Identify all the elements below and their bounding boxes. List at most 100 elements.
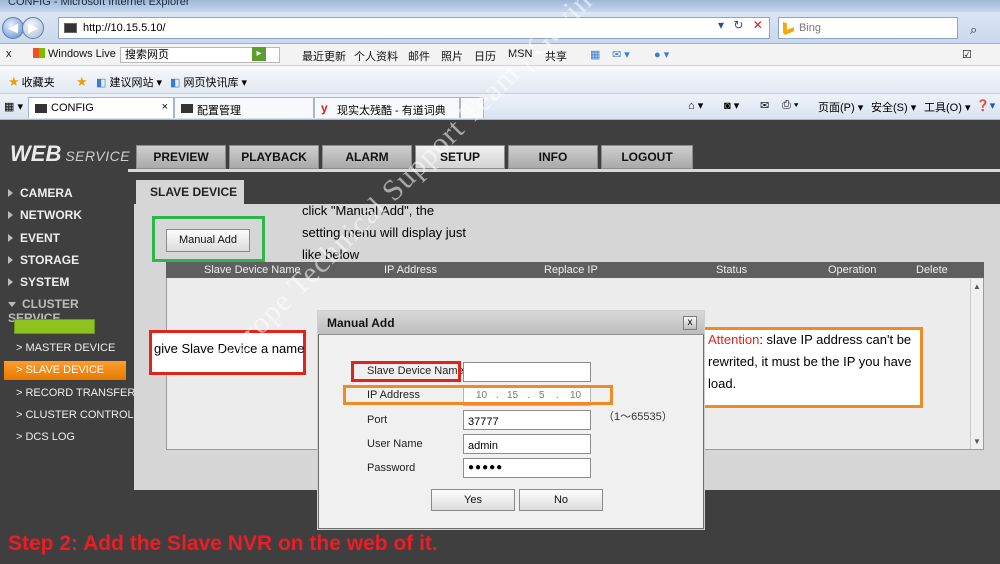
tab-logout[interactable]: LOGOUT	[601, 145, 693, 169]
side-menu-storage[interactable]: STORAGE	[8, 253, 79, 267]
attention-line: Attention: slave IP address can't be	[708, 329, 920, 351]
favorites-button[interactable]: ★ 收藏夹	[8, 74, 55, 90]
search-go-icon[interactable]: ⌕	[970, 22, 977, 38]
dropdown-icon[interactable]: ▾	[718, 18, 724, 32]
browser-tab-youdao[interactable]: y 现实太残酷 - 有道词典	[314, 97, 460, 118]
web-service-logo: WEB SERVICE	[10, 141, 130, 167]
submenu-slave-device[interactable]: > SLAVE DEVICE	[4, 361, 126, 380]
col-replace-ip[interactable]: Replace IP	[544, 264, 598, 276]
tab-setup[interactable]: SETUP	[415, 145, 505, 169]
live-search-go-icon[interactable]: ▸	[252, 47, 266, 61]
submenu-dcs-log[interactable]: > DCS LOG	[16, 431, 75, 443]
expand-icon	[8, 256, 13, 264]
note-line: click "Manual Add", the	[302, 203, 435, 218]
tools-menu[interactable]: 工具(O) ▾	[924, 99, 970, 115]
live-link-share[interactable]: 共享	[545, 48, 567, 64]
side-menu-camera[interactable]: CAMERA	[8, 186, 73, 200]
suggested-sites-label: 建议网站 ▾	[109, 77, 163, 89]
password-input[interactable]: ●●●●●	[463, 458, 591, 478]
ip-address-highlight	[343, 385, 613, 405]
quick-tabs-icon[interactable]: ▦ ▾	[4, 100, 23, 113]
scroll-up-icon[interactable]: ▲	[973, 282, 981, 291]
page-tab-slave-device[interactable]: SLAVE DEVICE	[136, 180, 244, 204]
live-link-photos[interactable]: 照片	[441, 48, 463, 64]
submenu-master-device[interactable]: > MASTER DEVICE	[16, 342, 115, 354]
port-input[interactable]	[463, 410, 591, 430]
favorites-label: 收藏夹	[21, 77, 55, 89]
tab-info[interactable]: INFO	[508, 145, 598, 169]
window-title: CONFIG - Microsoft Internet Explorer	[8, 0, 190, 8]
port-label: Port	[367, 414, 388, 426]
submenu-cluster-control[interactable]: > CLUSTER CONTROL	[16, 409, 134, 421]
dialog-title: Manual Add	[318, 311, 704, 335]
stop-icon[interactable]: ✕	[753, 18, 763, 32]
search-input[interactable]: Bing	[778, 17, 958, 39]
address-bar-area: ◀ ▶ http://10.15.5.10/ ▾ ↻ ✕ Bing ⌕	[0, 12, 1000, 44]
tab-alarm[interactable]: ALARM	[322, 145, 412, 169]
live-link-calendar[interactable]: 日历	[474, 48, 496, 64]
browser-tab-bar: ▦ ▾ CONFIG × 配置管理 y 现实太残酷 - 有道词典 ⌂ ▾ ◙ ▾…	[0, 94, 1000, 120]
help-icon[interactable]: ❓▾	[976, 99, 995, 112]
browser-tab-config-manage[interactable]: 配置管理	[174, 97, 314, 118]
tab-label: 现实太残酷 - 有道词典	[337, 105, 446, 117]
live-link-profile[interactable]: 个人资料	[354, 48, 398, 64]
live-close-button[interactable]: x	[6, 48, 12, 60]
mail-icon[interactable]: ✉	[760, 99, 769, 112]
refresh-icon[interactable]: ↻	[733, 18, 743, 32]
suggested-sites-link[interactable]: ◧ 建议网站 ▾	[96, 74, 162, 90]
logo-main: WEB	[10, 141, 62, 166]
col-delete[interactable]: Delete	[916, 264, 948, 276]
favorites-star-icon: ★	[8, 74, 20, 89]
col-operation[interactable]: Operation	[828, 264, 876, 276]
feeds-icon[interactable]: ◙ ▾	[724, 99, 739, 112]
table-scrollbar[interactable]: ▲ ▼	[970, 279, 983, 449]
windows-live-label: Windows Live	[48, 48, 116, 60]
side-menu-event[interactable]: EVENT	[8, 231, 60, 245]
print-icon[interactable]: ⎙ ▾	[782, 99, 798, 112]
col-ip-address[interactable]: IP Address	[384, 264, 437, 276]
url-input[interactable]: http://10.15.5.10/	[58, 17, 770, 39]
live-link-mail[interactable]: 邮件	[408, 48, 430, 64]
submenu-record-transfer[interactable]: > RECORD TRANSFER	[16, 387, 135, 399]
side-menu-label: EVENT	[20, 231, 61, 245]
port-range-hint: （1～65535）	[603, 411, 673, 423]
col-status[interactable]: Status	[716, 264, 747, 276]
user-name-input[interactable]	[463, 434, 591, 454]
youdao-icon: y	[321, 101, 328, 115]
safety-menu[interactable]: 安全(S) ▾	[871, 99, 916, 115]
step-caption: Step 2: Add the Slave NVR on the web of …	[8, 532, 438, 555]
attention-text: : slave IP address can't be	[759, 332, 912, 347]
device-name-input[interactable]	[463, 362, 591, 382]
side-menu-system[interactable]: SYSTEM	[8, 275, 69, 289]
col-slave-device-name[interactable]: Slave Device Name	[204, 264, 301, 276]
add-favorite-icon[interactable]: ★	[76, 74, 90, 90]
yes-button[interactable]: Yes	[431, 489, 515, 511]
live-link-recent[interactable]: 最近更新	[302, 48, 346, 64]
no-button[interactable]: No	[519, 489, 603, 511]
windows-live-link[interactable]: Windows Live	[33, 48, 116, 60]
back-icon[interactable]: ◀	[2, 17, 24, 39]
browser-tab-config[interactable]: CONFIG ×	[28, 97, 174, 118]
web-slices-icon: ◧	[170, 77, 184, 89]
live-more-icon[interactable]: ● ▾	[654, 48, 669, 61]
side-menu-label: CAMERA	[20, 186, 73, 200]
live-options-icon[interactable]: ☑	[962, 48, 972, 61]
new-tab-button[interactable]	[460, 97, 484, 118]
scroll-down-icon[interactable]: ▼	[973, 437, 981, 446]
live-mail-icon[interactable]: ✉ ▾	[612, 48, 630, 61]
forward-icon[interactable]: ▶	[22, 17, 44, 39]
note-line: setting menu will display just	[302, 225, 467, 240]
home-icon[interactable]: ⌂ ▾	[688, 99, 703, 112]
tab-playback[interactable]: PLAYBACK	[229, 145, 319, 169]
tab-close-icon[interactable]: ×	[162, 101, 168, 113]
live-search-placeholder: 搜索网页	[125, 49, 169, 61]
side-menu-network[interactable]: NETWORK	[8, 208, 82, 222]
attention-label: Attention	[708, 332, 760, 347]
bing-icon	[783, 22, 794, 35]
page-menu[interactable]: 页面(P) ▾	[818, 99, 863, 115]
web-slices-link[interactable]: ◧ 网页快讯库 ▾	[170, 74, 247, 90]
live-tool-icon[interactable]: ▦	[590, 48, 600, 61]
dialog-close-button[interactable]: x	[683, 316, 697, 330]
tab-preview[interactable]: PREVIEW	[136, 145, 226, 169]
live-link-msn[interactable]: MSN	[508, 48, 532, 60]
